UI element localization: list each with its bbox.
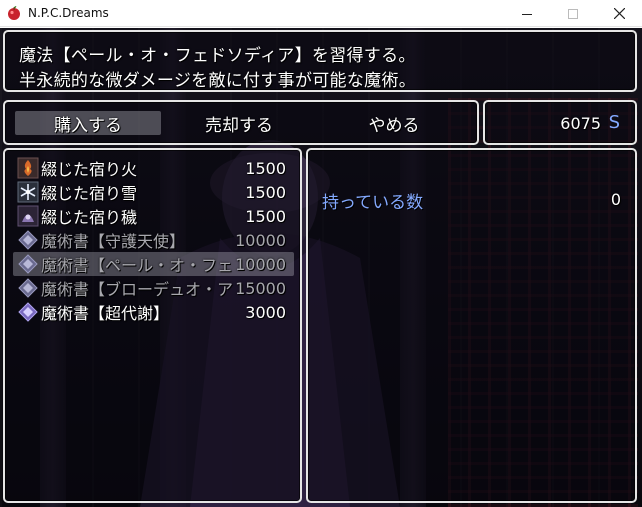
game-screen: 魔法【ペール・オ・フェドソディア】を習得する。 半永続的な微ダメージを敵に付す事… bbox=[0, 28, 642, 507]
item-price: 10000 bbox=[235, 230, 286, 250]
shop-command-window: 購入する 売却する やめる bbox=[3, 100, 479, 145]
owned-count-value: 0 bbox=[610, 190, 621, 209]
item-price: 10000 bbox=[235, 254, 286, 274]
item-name: 魔術書【守護天使】 bbox=[41, 232, 186, 251]
cancel-command[interactable]: やめる bbox=[321, 111, 467, 136]
help-text-line-2: 半永続的な微ダメージを敵に付す事が可能な魔術。 bbox=[19, 71, 417, 91]
list-item[interactable]: 綴じた宿り雪 1500 bbox=[13, 180, 294, 204]
list-item[interactable]: 魔術書【守護天使】 10000 bbox=[13, 228, 294, 252]
spellbook-icon bbox=[18, 302, 38, 322]
minimize-button[interactable] bbox=[504, 0, 550, 27]
apple-icon bbox=[8, 6, 20, 20]
spellbook-icon bbox=[18, 254, 38, 274]
currency-unit: S bbox=[608, 112, 620, 133]
item-name: 魔術書【ブローデュオ・ア bbox=[41, 280, 234, 299]
maximize-icon bbox=[568, 8, 578, 19]
help-window: 魔法【ペール・オ・フェドソディア】を習得する。 半永続的な微ダメージを敵に付す事… bbox=[3, 30, 637, 92]
taint-charm-icon bbox=[17, 205, 39, 227]
item-name: 魔術書【超代謝】 bbox=[41, 304, 170, 323]
help-text-line-1: 魔法【ペール・オ・フェドソディア】を習得する。 bbox=[19, 46, 416, 66]
item-price: 15000 bbox=[235, 278, 286, 298]
sell-command[interactable]: 売却する bbox=[166, 111, 312, 136]
list-item[interactable]: 綴じた宿り火 1500 bbox=[13, 156, 294, 180]
item-price: 1500 bbox=[245, 158, 286, 178]
item-name: 綴じた宿り雪 bbox=[41, 184, 138, 203]
snow-charm-icon bbox=[17, 181, 39, 203]
item-status-window: 持っている数 0 bbox=[306, 148, 637, 503]
spellbook-icon bbox=[18, 278, 38, 298]
item-price: 1500 bbox=[245, 206, 286, 226]
list-item[interactable]: 魔術書【ペール・オ・フェ 10000 bbox=[13, 252, 294, 276]
item-name: 綴じた宿り火 bbox=[41, 160, 138, 179]
maximize-button[interactable] bbox=[550, 0, 596, 27]
fire-charm-icon bbox=[17, 157, 39, 179]
owned-count-label: 持っている数 bbox=[322, 193, 424, 213]
close-button[interactable] bbox=[596, 0, 642, 27]
item-price: 3000 bbox=[245, 302, 286, 322]
item-name: 魔術書【ペール・オ・フェ bbox=[41, 256, 234, 275]
window-title: N.P.C.Dreams bbox=[28, 6, 109, 20]
title-bar: N.P.C.Dreams bbox=[0, 0, 642, 27]
spellbook-icon bbox=[18, 230, 38, 250]
buy-command[interactable]: 購入する bbox=[15, 111, 161, 136]
gold-amount: 6075 bbox=[560, 114, 601, 133]
list-item[interactable]: 綴じた宿り穢 1500 bbox=[13, 204, 294, 228]
gold-window: 6075 S bbox=[483, 100, 637, 145]
minimize-icon bbox=[522, 13, 532, 15]
list-item[interactable]: 魔術書【ブローデュオ・ア 15000 bbox=[13, 276, 294, 300]
item-name: 綴じた宿り穢 bbox=[41, 208, 138, 227]
list-item[interactable]: 魔術書【超代謝】 3000 bbox=[13, 300, 294, 324]
item-price: 1500 bbox=[245, 182, 286, 202]
close-icon bbox=[613, 8, 625, 19]
buy-item-list: 綴じた宿り火 1500 綴じた宿り雪 1500 綴じた宿り穢 1500 魔術書【… bbox=[3, 148, 302, 503]
